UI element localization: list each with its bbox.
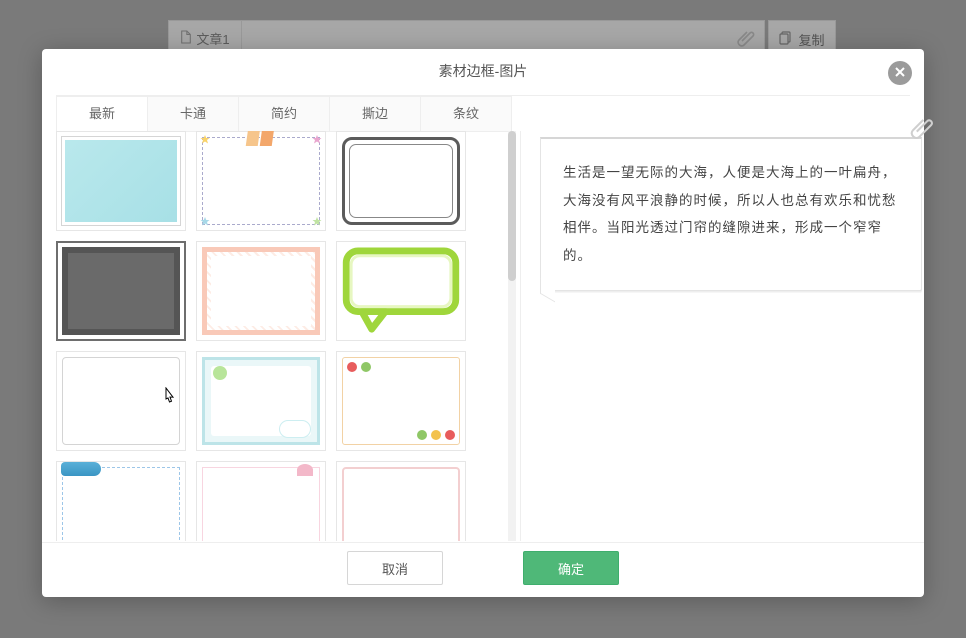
frame-thumb[interactable] bbox=[336, 131, 466, 231]
gallery-scrollbar[interactable] bbox=[508, 131, 516, 541]
split-divider bbox=[520, 131, 521, 541]
footer-divider bbox=[42, 542, 924, 543]
frame-thumb[interactable] bbox=[336, 241, 466, 341]
modal-footer: 取消 确定 bbox=[42, 551, 924, 585]
frame-thumb[interactable] bbox=[336, 351, 466, 451]
frame-gallery bbox=[56, 131, 516, 541]
tab-simple[interactable]: 简约 bbox=[239, 96, 330, 132]
tab-label: 简约 bbox=[271, 106, 297, 121]
preview-sample-text: 生活是一望无际的大海，人便是大海上的一叶扁舟，大海没有风平浪静的时候，所以人也总… bbox=[563, 165, 897, 263]
frame-thumb[interactable] bbox=[56, 131, 186, 231]
category-tabs: 最新 卡通 简约 撕边 条纹 bbox=[56, 96, 512, 132]
tab-label: 卡通 bbox=[180, 106, 206, 121]
tab-label: 条纹 bbox=[453, 106, 479, 121]
frame-thumb[interactable] bbox=[196, 241, 326, 341]
frame-thumb-selected[interactable] bbox=[56, 241, 186, 341]
close-icon bbox=[894, 66, 906, 81]
tab-label: 最新 bbox=[89, 106, 115, 121]
tab-latest[interactable]: 最新 bbox=[56, 96, 148, 132]
frame-thumb[interactable] bbox=[196, 351, 326, 451]
preview-frame: 生活是一望无际的大海，人便是大海上的一叶扁舟，大海没有风平浪静的时候，所以人也总… bbox=[540, 137, 922, 291]
preview-corner-fold bbox=[540, 278, 555, 302]
cancel-button[interactable]: 取消 bbox=[347, 551, 443, 585]
tab-cartoon[interactable]: 卡通 bbox=[148, 96, 239, 132]
scrollbar-thumb[interactable] bbox=[508, 131, 516, 281]
tab-torn[interactable]: 撕边 bbox=[330, 96, 421, 132]
ok-button[interactable]: 确定 bbox=[523, 551, 619, 585]
tab-label: 撕边 bbox=[362, 106, 388, 121]
preview-pane: 生活是一望无际的大海，人便是大海上的一叶扁舟，大海没有风平浪静的时候，所以人也总… bbox=[540, 137, 922, 291]
ok-button-label: 确定 bbox=[558, 559, 584, 578]
frame-thumb[interactable] bbox=[196, 131, 326, 231]
modal-title: 素材边框-图片 bbox=[42, 49, 924, 93]
frame-thumb[interactable] bbox=[196, 461, 326, 541]
frame-thumb[interactable] bbox=[56, 351, 186, 451]
frame-thumb[interactable] bbox=[56, 461, 186, 541]
paperclip-icon bbox=[909, 113, 935, 155]
close-button[interactable] bbox=[888, 61, 912, 85]
material-frame-modal: 素材边框-图片 最新 卡通 简约 撕边 条纹 bbox=[42, 49, 924, 597]
tab-stripe[interactable]: 条纹 bbox=[421, 96, 512, 132]
cancel-button-label: 取消 bbox=[382, 559, 408, 578]
frame-thumb[interactable] bbox=[336, 461, 466, 541]
